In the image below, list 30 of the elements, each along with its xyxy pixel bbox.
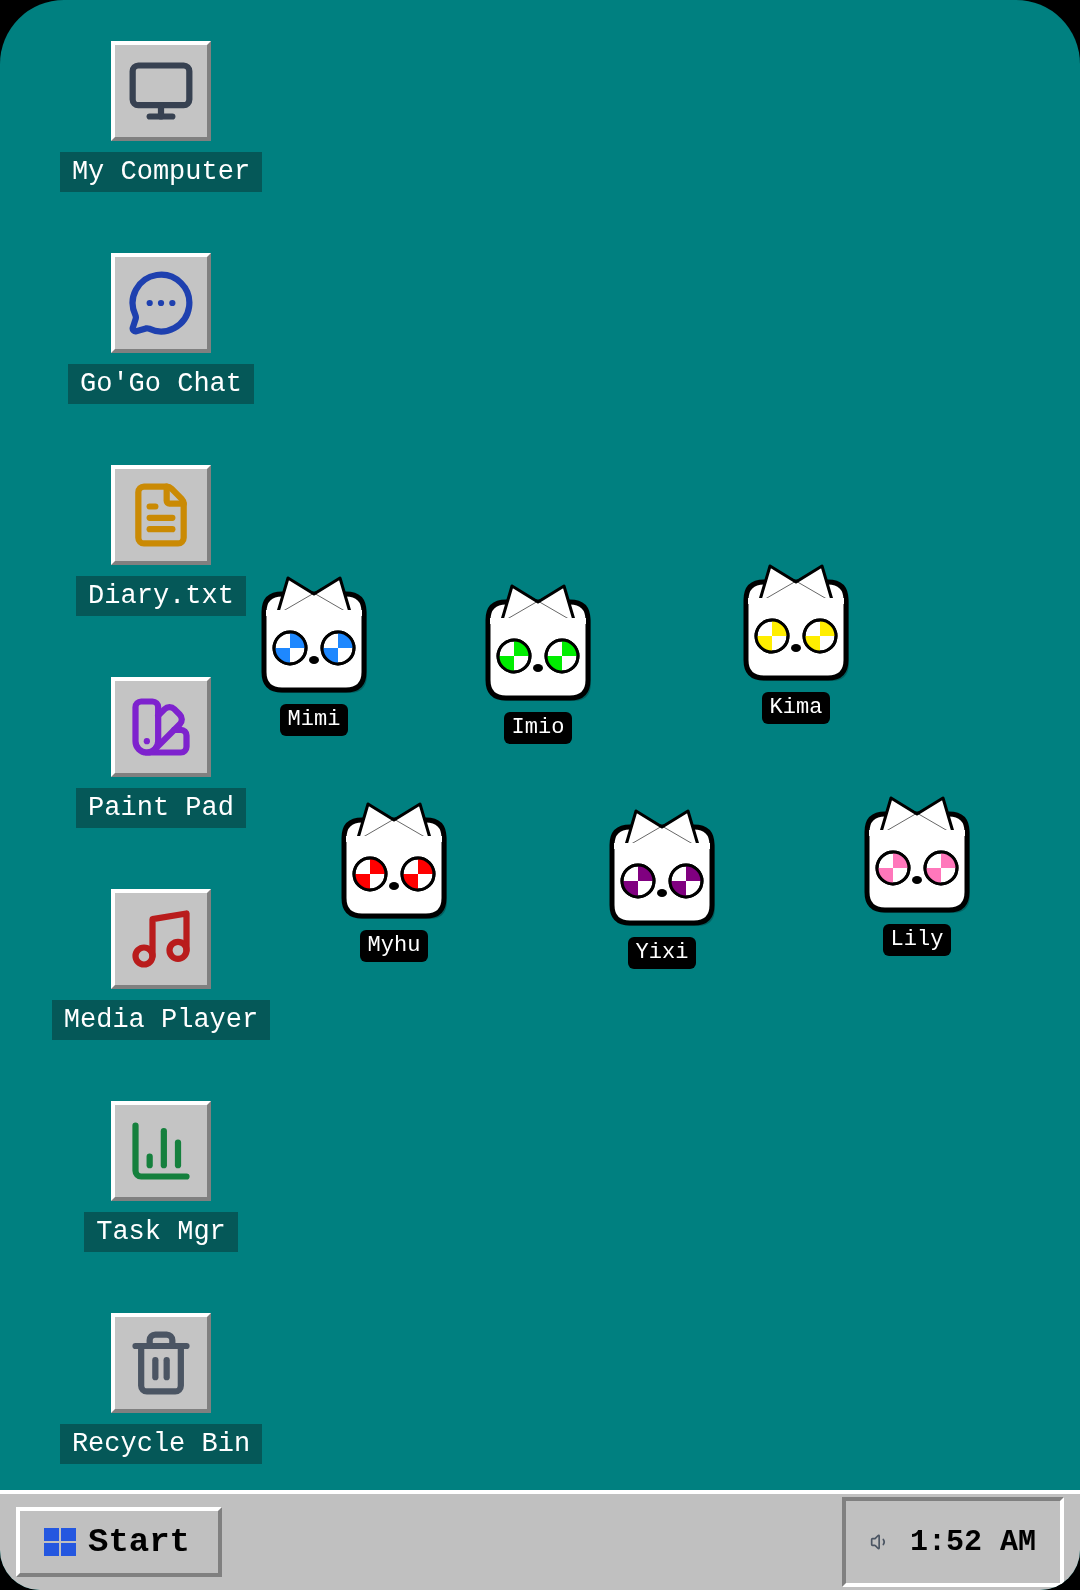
start-button[interactable]: Start	[16, 1507, 222, 1577]
cat-name-label: Imio	[503, 712, 573, 744]
clock: 1:52 AM	[909, 1523, 1036, 1561]
nose-icon	[912, 876, 922, 884]
nose-icon	[309, 656, 319, 664]
chat-bubble-icon	[127, 269, 195, 337]
nose-icon	[533, 664, 543, 672]
desktop-icon-tile[interactable]	[111, 889, 211, 989]
windows-logo-icon	[44, 1528, 76, 1556]
desktop-icon-tile[interactable]	[111, 1313, 211, 1413]
desktop-icon-label: My Computer	[59, 152, 263, 192]
desktop-icon-label: Diary.txt	[76, 576, 246, 616]
cat-name-label: Myhu	[359, 930, 429, 962]
desktop-icon-label: Paint Pad	[76, 788, 246, 828]
desktop-icon-label: Task Mgr	[84, 1212, 238, 1252]
desktop-icon-label: Media Player	[51, 1000, 271, 1040]
cat-name-label: Mimi	[279, 704, 349, 736]
desktop-icon-tile[interactable]	[111, 41, 211, 141]
desktop-icon-tile[interactable]	[111, 677, 211, 777]
cat-name-label: Yixi	[627, 937, 697, 969]
cat-name-label: Lily	[882, 924, 952, 956]
nose-icon	[791, 644, 801, 652]
desktop-icon-label: Recycle Bin	[59, 1424, 263, 1464]
desktop-icon-tile[interactable]	[111, 253, 211, 353]
desktop-icon-tile[interactable]	[111, 465, 211, 565]
desktop-icon-label: Go'Go Chat	[68, 364, 254, 404]
nose-icon	[389, 882, 399, 890]
cat-name-label: Kima	[761, 692, 831, 724]
nose-icon	[657, 889, 667, 897]
desktop-icon-tile[interactable]	[111, 1101, 211, 1201]
